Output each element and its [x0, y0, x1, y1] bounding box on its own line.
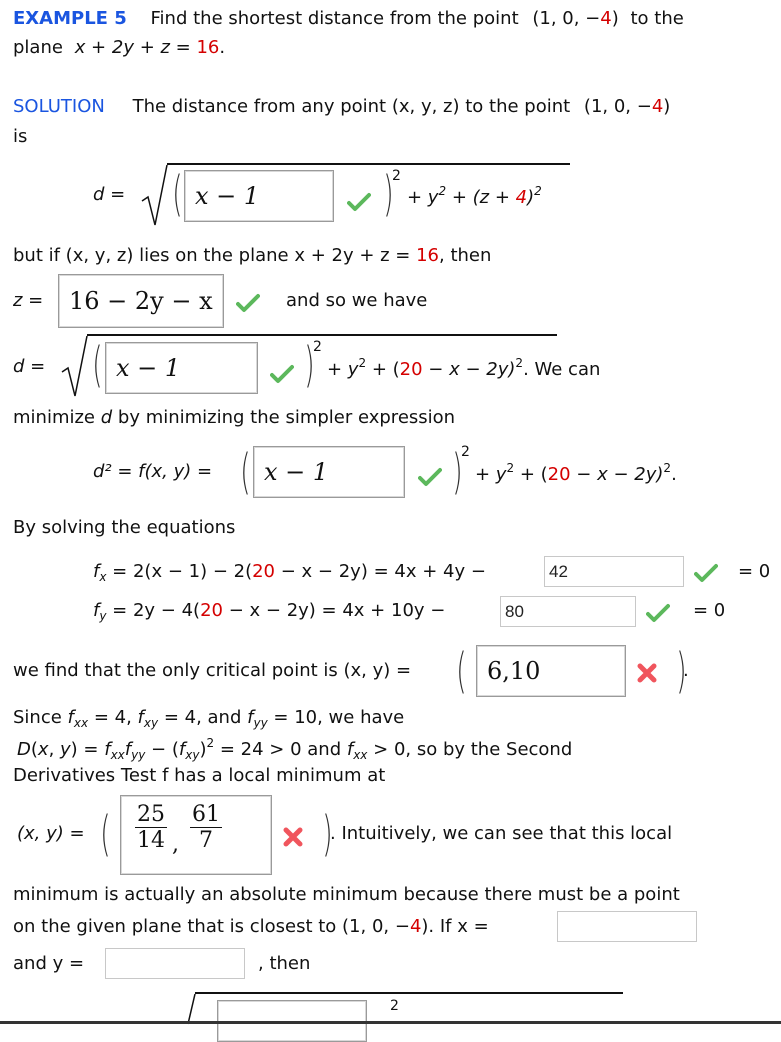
solving-text: By solving the equations — [13, 517, 236, 538]
example-label: EXAMPLE 5 — [13, 8, 127, 29]
check-icon — [646, 604, 670, 622]
fy-constant-input[interactable]: 80 — [500, 596, 636, 627]
left-paren: ( — [92, 337, 103, 393]
left-paren: ( — [172, 166, 183, 222]
cross-icon — [283, 827, 303, 847]
check-icon — [418, 468, 442, 486]
eq3-lhs: d = — [13, 356, 46, 377]
minimize-text: minimize d by minimizing the simpler exp… — [13, 407, 456, 428]
x-value-input[interactable] — [557, 911, 697, 942]
eq4-lhs: d² = f(x, y) = — [93, 461, 213, 482]
closing-line1: minimum is actually an absolute minimum … — [13, 884, 680, 905]
eq1-answer-box[interactable]: x − 1 — [184, 170, 334, 222]
eq1-rest: + y2 + (z + 4)2 — [407, 184, 542, 208]
problem-text: Find the shortest distance from the poin… — [150, 8, 519, 29]
check-icon — [694, 564, 718, 582]
check-icon — [347, 193, 371, 211]
check-icon — [236, 294, 260, 312]
eq3-answer-box[interactable]: x − 1 — [105, 342, 258, 394]
radical-bar — [167, 163, 570, 165]
radical-icon — [187, 993, 196, 1025]
eq3-rest: + y2 + (20 − x − 2y)2. We can — [327, 356, 601, 380]
localmin-tail: . Intuitively, we can see that this loca… — [330, 823, 673, 844]
left-paren: ( — [240, 444, 251, 500]
eq2-tail: and so we have — [286, 290, 428, 311]
fx-equation: fx = 2(x − 1) − 2(20 − x − 2y) = 4x + 4y… — [93, 561, 486, 584]
second-deriv-line2: D(x, y) = fxxfyy − (fxy)2 = 24 > 0 and f… — [17, 736, 573, 762]
fraction-x: 25 14 — [135, 802, 167, 853]
second-deriv-line1: Since fxx = 4, fxy = 4, and fyy = 10, we… — [13, 707, 405, 730]
problem-plane: plane x + 2y + z = 16. — [13, 37, 226, 58]
eq2-lhs: z = — [13, 290, 44, 311]
solution-is: is — [13, 126, 28, 147]
left-paren: ( — [456, 643, 467, 699]
left-paren: ( — [100, 806, 111, 862]
eq4-answer-box[interactable]: x − 1 — [253, 446, 405, 498]
cross-icon — [637, 663, 657, 683]
z-answer-box[interactable]: 16 − 2y − x — [58, 274, 224, 328]
critical-point-box[interactable]: 6,10 — [476, 645, 626, 697]
eq1-lhs: d = — [93, 184, 126, 205]
problem-header: EXAMPLE 5 Find the shortest distance fro… — [13, 8, 684, 29]
solution-label: SOLUTION — [13, 96, 105, 117]
check-icon — [270, 365, 294, 383]
solution-intro: SOLUTION The distance from any point (x,… — [13, 96, 671, 117]
plane-statement: but if (x, y, z) lies on the plane x + 2… — [13, 245, 492, 266]
eq4-rest: + y2 + (20 − x − 2y)2. — [475, 461, 677, 485]
radical-bar — [195, 992, 623, 994]
critical-text: we find that the only critical point is … — [13, 660, 412, 681]
fx-constant-input[interactable]: 42 — [544, 556, 684, 587]
fraction-y: 61 7 — [190, 802, 222, 853]
closing-line3: and y = — [13, 953, 85, 974]
y-value-input[interactable] — [105, 948, 245, 979]
radical-bar — [87, 334, 557, 336]
closing-line2: on the given plane that is closest to (1… — [13, 916, 489, 937]
second-deriv-line3: Derivatives Test f has a local minimum a… — [13, 765, 386, 786]
localmin-lhs: (x, y) = — [17, 823, 85, 844]
radical-icon — [141, 164, 168, 226]
radical-icon — [61, 335, 88, 397]
fy-equation: fy = 2y − 4(20 − x − 2y) = 4x + 10y − — [93, 600, 446, 623]
